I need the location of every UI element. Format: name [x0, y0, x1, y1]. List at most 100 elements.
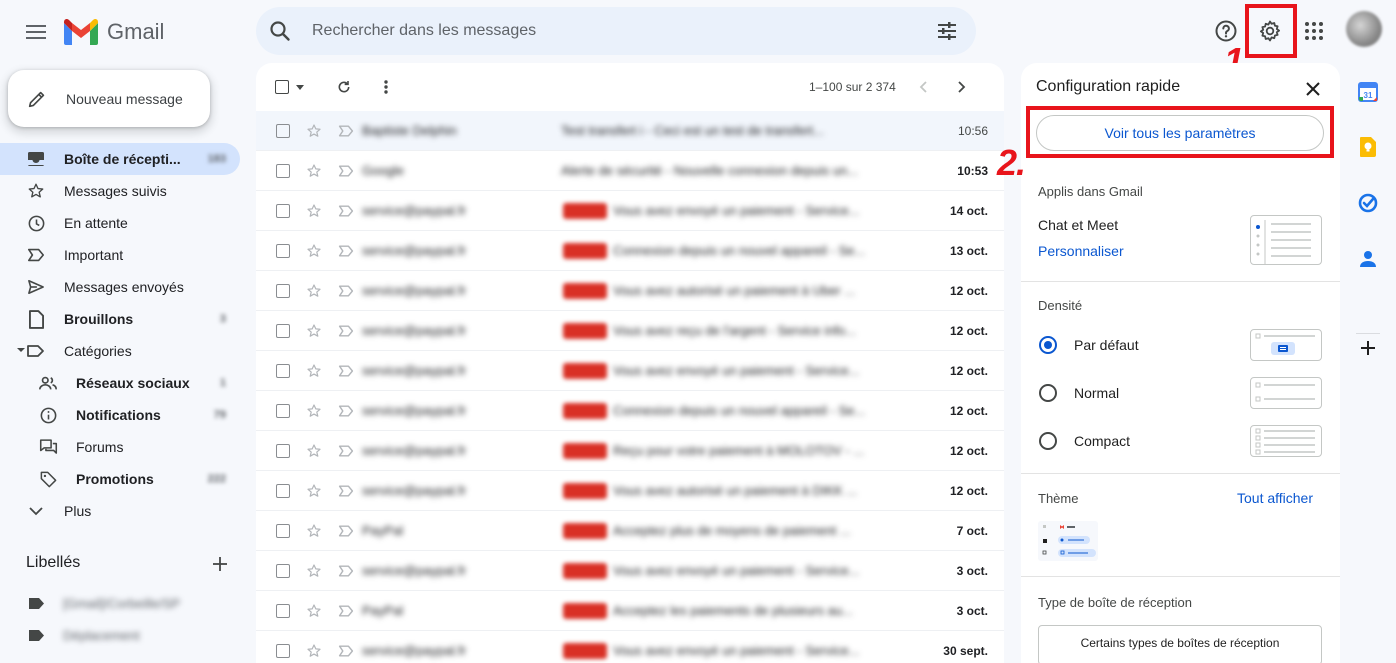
message-row[interactable]: service@paypal.fr Vous avez autorisé un p…: [256, 471, 1004, 511]
star-icon[interactable]: [306, 363, 322, 379]
nav-categories[interactable]: Catégories: [0, 335, 240, 367]
message-row[interactable]: PayPal Acceptez plus de moyens de paiemen…: [256, 511, 1004, 551]
message-row[interactable]: service@paypal.fr Vous avez reçu de l'arg…: [256, 311, 1004, 351]
row-checkbox[interactable]: [276, 163, 290, 178]
row-checkbox[interactable]: [276, 403, 290, 418]
customize-link[interactable]: Personnaliser: [1038, 243, 1124, 259]
nav-promotions[interactable]: Promotions 222: [0, 463, 240, 495]
important-icon[interactable]: [338, 644, 354, 657]
star-icon[interactable]: [306, 603, 322, 619]
theme-see-all-link[interactable]: Tout afficher: [1237, 490, 1313, 506]
message-row[interactable]: service@paypal.fr Connexion depuis un nou…: [256, 391, 1004, 431]
see-all-settings-button[interactable]: Voir tous les paramètres: [1036, 115, 1324, 151]
important-icon[interactable]: [338, 244, 354, 257]
calendar-app-button[interactable]: 31: [1356, 80, 1380, 104]
get-addons-button[interactable]: [1356, 336, 1380, 360]
nav-notifications[interactable]: Notifications 79: [0, 399, 240, 431]
density-option-compact[interactable]: Compact: [1039, 432, 1130, 450]
nav-snoozed[interactable]: En attente: [0, 207, 240, 239]
label-item[interactable]: [Gmail]/Corbeille/SP: [28, 596, 180, 611]
star-icon[interactable]: [306, 123, 322, 139]
keep-app-button[interactable]: [1356, 135, 1380, 159]
star-icon[interactable]: [306, 643, 322, 659]
prev-page-icon[interactable]: [919, 81, 927, 93]
row-checkbox[interactable]: [276, 603, 290, 618]
tasks-app-button[interactable]: [1356, 191, 1380, 215]
nav-forums[interactable]: Forums: [0, 431, 240, 463]
important-icon[interactable]: [338, 124, 354, 137]
radio-selected[interactable]: [1039, 336, 1057, 354]
star-icon[interactable]: [306, 203, 322, 219]
add-label-button[interactable]: [212, 556, 232, 576]
important-icon[interactable]: [338, 564, 354, 577]
important-icon[interactable]: [338, 484, 354, 497]
row-checkbox[interactable]: [276, 323, 290, 338]
star-icon[interactable]: [306, 563, 322, 579]
nav-important[interactable]: Important: [0, 239, 240, 271]
message-row[interactable]: service@paypal.fr Vous avez envoyé un pai…: [256, 551, 1004, 591]
search-options-icon[interactable]: [935, 19, 959, 43]
important-icon[interactable]: [338, 204, 354, 217]
density-option-default[interactable]: Par défaut: [1039, 336, 1139, 354]
apps-button[interactable]: [1294, 11, 1334, 51]
nav-drafts[interactable]: Brouillons 3: [0, 303, 240, 335]
row-checkbox[interactable]: [276, 523, 290, 538]
row-checkbox[interactable]: [276, 203, 290, 218]
important-icon[interactable]: [338, 364, 354, 377]
important-icon[interactable]: [338, 404, 354, 417]
important-icon[interactable]: [338, 164, 354, 177]
gmail-logo[interactable]: Gmail: [64, 17, 164, 47]
nav-sent[interactable]: Messages envoyés: [0, 271, 240, 303]
row-checkbox[interactable]: [276, 123, 290, 138]
star-icon[interactable]: [306, 443, 322, 459]
row-checkbox[interactable]: [276, 443, 290, 458]
important-icon[interactable]: [338, 524, 354, 537]
search-bar[interactable]: Rechercher dans les messages: [256, 7, 976, 55]
important-icon[interactable]: [338, 284, 354, 297]
message-row[interactable]: service@paypal.fr Vous avez autorisé un p…: [256, 271, 1004, 311]
row-checkbox[interactable]: [276, 563, 290, 578]
star-icon[interactable]: [306, 483, 322, 499]
row-checkbox[interactable]: [276, 643, 290, 658]
next-page-icon[interactable]: [958, 81, 966, 93]
nav-inbox[interactable]: Boîte de récepti... 183: [0, 143, 240, 175]
row-checkbox[interactable]: [276, 483, 290, 498]
nav-social[interactable]: Réseaux sociaux 1: [0, 367, 240, 399]
important-icon[interactable]: [338, 604, 354, 617]
search-icon[interactable]: [268, 19, 292, 43]
radio-unselected[interactable]: [1039, 384, 1057, 402]
inbox-type-card[interactable]: Certains types de boîtes de réception: [1038, 625, 1322, 663]
message-row[interactable]: Baptiste Delphin Test transfert i - Ceci …: [256, 111, 1004, 151]
star-icon[interactable]: [306, 283, 322, 299]
refresh-icon[interactable]: [336, 79, 352, 95]
more-vert-icon[interactable]: [384, 80, 388, 94]
important-icon[interactable]: [338, 324, 354, 337]
important-icon[interactable]: [338, 444, 354, 457]
close-icon[interactable]: [1301, 77, 1325, 101]
message-row[interactable]: Google Alerte de sécurité - Nouvelle conn…: [256, 151, 1004, 191]
compose-button[interactable]: Nouveau message: [8, 70, 210, 127]
main-menu-button[interactable]: [14, 10, 58, 54]
account-avatar[interactable]: [1346, 11, 1382, 47]
star-icon[interactable]: [306, 243, 322, 259]
message-row[interactable]: service@paypal.fr Vous avez envoyé un pai…: [256, 631, 1004, 663]
nav-starred[interactable]: Messages suivis: [0, 175, 240, 207]
message-row[interactable]: service@paypal.fr Connexion depuis un nou…: [256, 231, 1004, 271]
settings-button[interactable]: [1250, 11, 1290, 51]
select-all-checkbox[interactable]: [275, 80, 304, 94]
star-icon[interactable]: [306, 403, 322, 419]
row-checkbox[interactable]: [276, 363, 290, 378]
search-input[interactable]: Rechercher dans les messages: [312, 22, 935, 40]
message-row[interactable]: service@paypal.fr Vous avez envoyé un pai…: [256, 191, 1004, 231]
message-row[interactable]: service@paypal.fr Reçu pour votre paiemen…: [256, 431, 1004, 471]
contacts-app-button[interactable]: [1356, 247, 1380, 271]
density-option-normal[interactable]: Normal: [1039, 384, 1119, 402]
radio-unselected[interactable]: [1039, 432, 1057, 450]
theme-thumbnail[interactable]: [1038, 521, 1098, 561]
message-row[interactable]: service@paypal.fr Vous avez envoyé un pai…: [256, 351, 1004, 391]
star-icon[interactable]: [306, 323, 322, 339]
label-item[interactable]: Déplacement: [28, 628, 140, 643]
star-icon[interactable]: [306, 163, 322, 179]
row-checkbox[interactable]: [276, 243, 290, 258]
message-row[interactable]: PayPal Acceptez les paiements de plusieur…: [256, 591, 1004, 631]
